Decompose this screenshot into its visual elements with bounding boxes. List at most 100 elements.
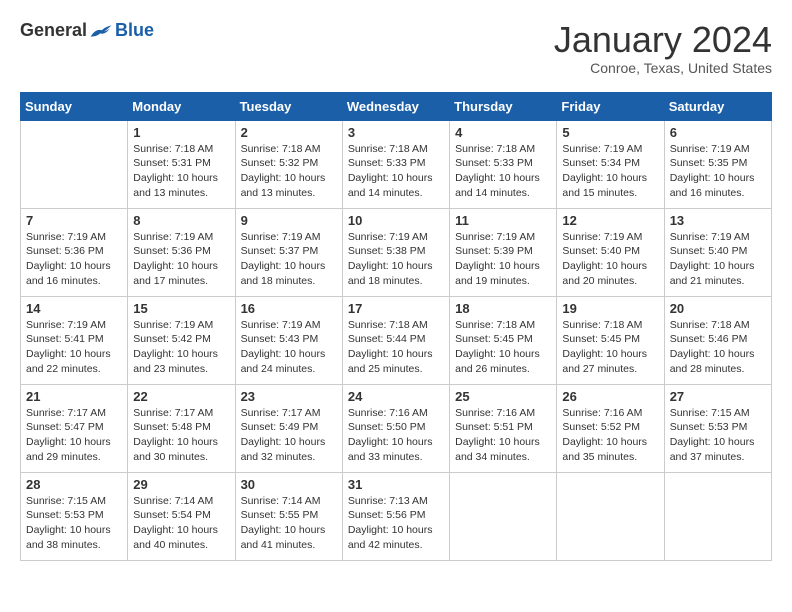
day-number: 20 [670,301,766,316]
day-number: 4 [455,125,551,140]
day-number: 21 [26,389,122,404]
calendar-cell: 10 Sunrise: 7:19 AM Sunset: 5:38 PM Dayli… [342,208,449,296]
calendar-cell: 8Sunrise: 7:19 AM Sunset: 5:36 PM Daylig… [128,208,235,296]
logo: General Blue [20,20,154,41]
day-info: Sunrise: 7:17 AM Sunset: 5:49 PM Dayligh… [241,406,337,465]
calendar-header-friday: Friday [557,92,664,120]
calendar-cell: 2 Sunrise: 7:18 AM Sunset: 5:32 PM Daylig… [235,120,342,208]
calendar-cell: 30 Sunrise: 7:14 AM Sunset: 5:55 PM Dayli… [235,472,342,560]
calendar-cell: 9Sunrise: 7:19 AM Sunset: 5:37 PM Daylig… [235,208,342,296]
calendar-header-wednesday: Wednesday [342,92,449,120]
calendar-cell [664,472,771,560]
day-info: Sunrise: 7:16 AM Sunset: 5:50 PM Dayligh… [348,406,444,465]
calendar-week-row-5: 28 Sunrise: 7:15 AM Sunset: 5:53 PM Dayli… [21,472,772,560]
calendar-week-row-2: 7 Sunrise: 7:19 AM Sunset: 5:36 PM Daylig… [21,208,772,296]
day-number: 28 [26,477,122,492]
calendar-cell: 18 Sunrise: 7:18 AM Sunset: 5:45 PM Dayli… [450,296,557,384]
day-info: Sunrise: 7:19 AM Sunset: 5:35 PM Dayligh… [670,142,766,201]
calendar-cell: 15Sunrise: 7:19 AM Sunset: 5:42 PM Dayli… [128,296,235,384]
day-info: Sunrise: 7:19 AM Sunset: 5:43 PM Dayligh… [241,318,337,377]
day-info: Sunrise: 7:18 AM Sunset: 5:32 PM Dayligh… [241,142,337,201]
calendar-cell: 22 Sunrise: 7:17 AM Sunset: 5:48 PM Dayli… [128,384,235,472]
calendar-cell: 19 Sunrise: 7:18 AM Sunset: 5:45 PM Dayli… [557,296,664,384]
day-info: Sunrise: 7:19 AM Sunset: 5:34 PM Dayligh… [562,142,658,201]
day-number: 7 [26,213,122,228]
title-section: January 2024 Conroe, Texas, United State… [554,20,772,76]
day-info: Sunrise: 7:15 AM Sunset: 5:53 PM Dayligh… [26,494,122,553]
day-number: 6 [670,125,766,140]
calendar-header-thursday: Thursday [450,92,557,120]
day-number: 19 [562,301,658,316]
calendar-cell: 20 Sunrise: 7:18 AM Sunset: 5:46 PM Dayli… [664,296,771,384]
day-number: 9 [241,213,337,228]
logo-bird-icon [89,21,113,41]
calendar-cell: 13Sunrise: 7:19 AM Sunset: 5:40 PM Dayli… [664,208,771,296]
calendar-cell: 11 Sunrise: 7:19 AM Sunset: 5:39 PM Dayli… [450,208,557,296]
calendar-cell: 25Sunrise: 7:16 AM Sunset: 5:51 PM Dayli… [450,384,557,472]
day-number: 18 [455,301,551,316]
calendar-cell: 23Sunrise: 7:17 AM Sunset: 5:49 PM Dayli… [235,384,342,472]
calendar-week-row-3: 14 Sunrise: 7:19 AM Sunset: 5:41 PM Dayli… [21,296,772,384]
day-number: 22 [133,389,229,404]
day-number: 1 [133,125,229,140]
calendar-cell: 7 Sunrise: 7:19 AM Sunset: 5:36 PM Daylig… [21,208,128,296]
calendar-header-tuesday: Tuesday [235,92,342,120]
day-info: Sunrise: 7:18 AM Sunset: 5:46 PM Dayligh… [670,318,766,377]
calendar-cell: 12 Sunrise: 7:19 AM Sunset: 5:40 PM Dayli… [557,208,664,296]
calendar-cell: 14 Sunrise: 7:19 AM Sunset: 5:41 PM Dayli… [21,296,128,384]
day-number: 27 [670,389,766,404]
calendar-cell: 5 Sunrise: 7:19 AM Sunset: 5:34 PM Daylig… [557,120,664,208]
day-number: 14 [26,301,122,316]
day-number: 30 [241,477,337,492]
day-info: Sunrise: 7:19 AM Sunset: 5:40 PM Dayligh… [562,230,658,289]
day-info: Sunrise: 7:15 AM Sunset: 5:53 PM Dayligh… [670,406,766,465]
day-number: 31 [348,477,444,492]
day-info: Sunrise: 7:13 AM Sunset: 5:56 PM Dayligh… [348,494,444,553]
calendar-cell: 6 Sunrise: 7:19 AM Sunset: 5:35 PM Daylig… [664,120,771,208]
day-number: 2 [241,125,337,140]
day-number: 12 [562,213,658,228]
calendar-cell: 29 Sunrise: 7:14 AM Sunset: 5:54 PM Dayli… [128,472,235,560]
day-info: Sunrise: 7:16 AM Sunset: 5:51 PM Dayligh… [455,406,551,465]
calendar-header-monday: Monday [128,92,235,120]
day-info: Sunrise: 7:18 AM Sunset: 5:45 PM Dayligh… [562,318,658,377]
calendar-cell: 16 Sunrise: 7:19 AM Sunset: 5:43 PM Dayli… [235,296,342,384]
day-number: 16 [241,301,337,316]
calendar-cell [21,120,128,208]
calendar-cell: 21 Sunrise: 7:17 AM Sunset: 5:47 PM Dayli… [21,384,128,472]
day-number: 10 [348,213,444,228]
day-info: Sunrise: 7:19 AM Sunset: 5:36 PM Dayligh… [26,230,122,289]
logo-general-text: General [20,20,87,41]
month-title: January 2024 [554,20,772,60]
day-number: 11 [455,213,551,228]
calendar-header-saturday: Saturday [664,92,771,120]
day-number: 24 [348,389,444,404]
day-info: Sunrise: 7:18 AM Sunset: 5:45 PM Dayligh… [455,318,551,377]
calendar-cell: 4Sunrise: 7:18 AM Sunset: 5:33 PM Daylig… [450,120,557,208]
page-header: General Blue January 2024 Conroe, Texas,… [20,20,772,76]
calendar-cell: 26Sunrise: 7:16 AM Sunset: 5:52 PM Dayli… [557,384,664,472]
calendar-header-sunday: Sunday [21,92,128,120]
calendar-cell: 17Sunrise: 7:18 AM Sunset: 5:44 PM Dayli… [342,296,449,384]
day-number: 29 [133,477,229,492]
day-number: 26 [562,389,658,404]
day-info: Sunrise: 7:18 AM Sunset: 5:33 PM Dayligh… [348,142,444,201]
location-text: Conroe, Texas, United States [554,60,772,76]
day-info: Sunrise: 7:17 AM Sunset: 5:48 PM Dayligh… [133,406,229,465]
day-info: Sunrise: 7:19 AM Sunset: 5:38 PM Dayligh… [348,230,444,289]
calendar-week-row-1: 1 Sunrise: 7:18 AM Sunset: 5:31 PM Daylig… [21,120,772,208]
calendar-cell: 28 Sunrise: 7:15 AM Sunset: 5:53 PM Dayli… [21,472,128,560]
logo-blue-text: Blue [115,20,154,41]
calendar-cell: 1 Sunrise: 7:18 AM Sunset: 5:31 PM Daylig… [128,120,235,208]
day-number: 5 [562,125,658,140]
day-info: Sunrise: 7:14 AM Sunset: 5:54 PM Dayligh… [133,494,229,553]
day-info: Sunrise: 7:14 AM Sunset: 5:55 PM Dayligh… [241,494,337,553]
day-info: Sunrise: 7:18 AM Sunset: 5:31 PM Dayligh… [133,142,229,201]
day-number: 15 [133,301,229,316]
day-info: Sunrise: 7:19 AM Sunset: 5:41 PM Dayligh… [26,318,122,377]
day-info: Sunrise: 7:19 AM Sunset: 5:39 PM Dayligh… [455,230,551,289]
calendar-cell: 24 Sunrise: 7:16 AM Sunset: 5:50 PM Dayli… [342,384,449,472]
day-info: Sunrise: 7:19 AM Sunset: 5:36 PM Dayligh… [133,230,229,289]
day-info: Sunrise: 7:18 AM Sunset: 5:44 PM Dayligh… [348,318,444,377]
day-info: Sunrise: 7:17 AM Sunset: 5:47 PM Dayligh… [26,406,122,465]
